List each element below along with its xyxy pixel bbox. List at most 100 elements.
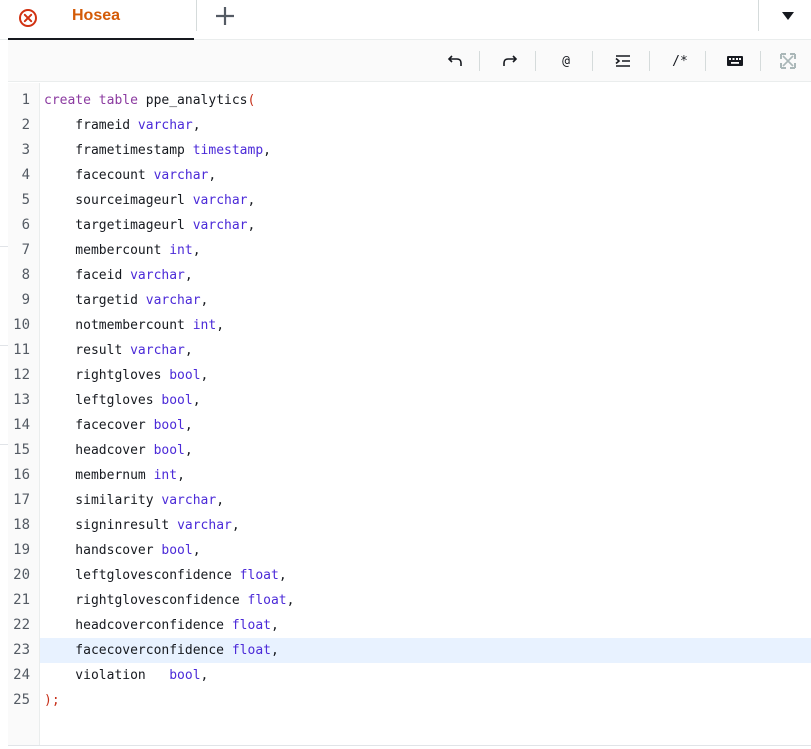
code-line[interactable]: 8 faceid varchar, bbox=[8, 263, 811, 288]
code-text[interactable]: facecover bool, bbox=[40, 413, 811, 438]
sql-identifier: , bbox=[200, 368, 209, 383]
sql-identifier: , bbox=[192, 243, 201, 258]
code-line[interactable]: 14 facecover bool, bbox=[8, 413, 811, 438]
code-line[interactable]: 18 signinresult varchar, bbox=[8, 513, 811, 538]
line-number: 20 bbox=[13, 567, 30, 583]
sql-identifier: faceid bbox=[44, 268, 131, 283]
sql-type: timestamp bbox=[192, 143, 264, 158]
editor-tab-bar: Hosea bbox=[0, 0, 811, 40]
close-circle-icon[interactable] bbox=[18, 8, 38, 28]
indent-icon[interactable] bbox=[613, 51, 633, 71]
sql-identifier: , bbox=[263, 143, 271, 158]
sql-identifier: , bbox=[184, 343, 193, 358]
code-text[interactable]: targetimageurl varchar, bbox=[40, 213, 811, 238]
menu-divider bbox=[758, 0, 759, 31]
code-text[interactable]: headcoverconfidence float, bbox=[40, 613, 811, 638]
sql-type: float bbox=[231, 618, 271, 633]
line-number: 6 bbox=[21, 217, 30, 233]
code-text[interactable]: signinresult varchar, bbox=[40, 513, 811, 538]
sql-type: varchar bbox=[192, 193, 248, 208]
sql-identifier: , bbox=[270, 618, 279, 633]
sql-identifier: notmembercount bbox=[44, 318, 193, 333]
code-line[interactable]: 19 handscover bool, bbox=[8, 538, 811, 563]
caret-down-icon[interactable] bbox=[781, 9, 795, 23]
code-line[interactable]: 16 membernum int, bbox=[8, 463, 811, 488]
code-line[interactable]: 23 facecoverconfidence float, bbox=[8, 638, 811, 663]
line-number: 3 bbox=[21, 142, 30, 158]
code-line[interactable]: 11 result varchar, bbox=[8, 338, 811, 363]
code-line[interactable]: 5 sourceimageurl varchar, bbox=[8, 188, 811, 213]
code-line[interactable]: 9 targetid varchar, bbox=[8, 288, 811, 313]
code-text[interactable]: create table ppe_analytics( bbox=[40, 88, 811, 113]
sql-type: int bbox=[153, 468, 178, 483]
code-line[interactable]: 12 rightgloves bool, bbox=[8, 363, 811, 388]
code-text[interactable]: rightglovesconfidence float, bbox=[40, 588, 811, 613]
undo-icon[interactable] bbox=[445, 51, 465, 71]
code-line[interactable]: 4 facecount varchar, bbox=[8, 163, 811, 188]
sql-editor[interactable]: 1 create table ppe_analytics(2 frameid va… bbox=[8, 83, 811, 749]
keyboard-icon[interactable] bbox=[725, 51, 745, 71]
code-line[interactable]: 1 create table ppe_analytics( bbox=[8, 88, 811, 113]
code-text[interactable]: frameid varchar, bbox=[40, 113, 811, 138]
toolbar-divider bbox=[705, 51, 706, 71]
code-lines[interactable]: 1 create table ppe_analytics(2 frameid va… bbox=[8, 88, 811, 713]
sql-identifier: , bbox=[200, 668, 209, 683]
toolbar-divider bbox=[592, 51, 593, 71]
code-text[interactable]: similarity varchar, bbox=[40, 488, 811, 513]
code-line[interactable]: 25); bbox=[8, 688, 811, 713]
code-text[interactable]: handscover bool, bbox=[40, 538, 811, 563]
code-line[interactable]: 10 notmembercount int, bbox=[8, 313, 811, 338]
plus-icon[interactable] bbox=[214, 5, 236, 27]
code-line[interactable]: 21 rightglovesconfidence float, bbox=[8, 588, 811, 613]
toolbar-divider bbox=[535, 51, 536, 71]
code-text[interactable]: leftgloves bool, bbox=[40, 388, 811, 413]
toolbar-divider bbox=[760, 51, 761, 71]
code-line[interactable]: 2 frameid varchar, bbox=[8, 113, 811, 138]
code-text[interactable]: frametimestamp timestamp, bbox=[40, 138, 811, 163]
code-text[interactable]: notmembercount int, bbox=[40, 313, 811, 338]
sql-identifier: , bbox=[200, 293, 209, 308]
code-line[interactable]: 22 headcoverconfidence float, bbox=[8, 613, 811, 638]
sql-identifier: , bbox=[270, 643, 279, 658]
code-line[interactable]: 20 leftglovesconfidence float, bbox=[8, 563, 811, 588]
sql-type: float bbox=[231, 643, 271, 658]
code-text[interactable]: facecount varchar, bbox=[40, 163, 811, 188]
code-text[interactable]: result varchar, bbox=[40, 338, 811, 363]
code-line[interactable]: 3 frametimestamp timestamp, bbox=[8, 138, 811, 163]
sql-identifier: facecount bbox=[44, 168, 154, 183]
at-sign-button[interactable]: @ bbox=[556, 51, 576, 71]
code-text[interactable]: headcover bool, bbox=[40, 438, 811, 463]
code-text[interactable]: rightgloves bool, bbox=[40, 363, 811, 388]
sql-type: varchar bbox=[192, 218, 248, 233]
code-line[interactable]: 6 targetimageurl varchar, bbox=[8, 213, 811, 238]
code-text[interactable]: violation bool, bbox=[40, 663, 811, 688]
fullscreen-icon[interactable] bbox=[778, 51, 798, 71]
code-text[interactable]: sourceimageurl varchar, bbox=[40, 188, 811, 213]
sql-identifier: leftglovesconfidence bbox=[44, 568, 240, 583]
sql-type: int bbox=[169, 243, 193, 258]
line-number: 24 bbox=[13, 667, 30, 683]
code-line[interactable]: 17 similarity varchar, bbox=[8, 488, 811, 513]
sql-type: bool bbox=[153, 418, 185, 433]
code-text[interactable]: leftglovesconfidence float, bbox=[40, 563, 811, 588]
code-text[interactable]: targetid varchar, bbox=[40, 288, 811, 313]
line-number: 7 bbox=[21, 242, 30, 258]
code-line[interactable]: 24 violation bool, bbox=[8, 663, 811, 688]
code-text[interactable]: membercount int, bbox=[40, 238, 811, 263]
editor-bottom-border bbox=[8, 745, 811, 746]
sql-identifier: , bbox=[247, 193, 256, 208]
sql-identifier: , bbox=[192, 118, 201, 133]
query-tab[interactable]: Hosea bbox=[8, 0, 194, 40]
sql-identifier: , bbox=[278, 568, 287, 583]
comment-button[interactable]: /* bbox=[670, 51, 690, 71]
code-text[interactable]: ); bbox=[40, 688, 811, 713]
tab-label: Hosea bbox=[72, 7, 121, 24]
code-line[interactable]: 13 leftgloves bool, bbox=[8, 388, 811, 413]
redo-icon[interactable] bbox=[500, 51, 520, 71]
code-text[interactable]: membernum int, bbox=[40, 463, 811, 488]
code-line[interactable]: 15 headcover bool, bbox=[8, 438, 811, 463]
code-line[interactable]: 7 membercount int, bbox=[8, 238, 811, 263]
edge-line bbox=[0, 246, 8, 247]
code-text[interactable]: facecoverconfidence float, bbox=[40, 638, 811, 663]
code-text[interactable]: faceid varchar, bbox=[40, 263, 811, 288]
